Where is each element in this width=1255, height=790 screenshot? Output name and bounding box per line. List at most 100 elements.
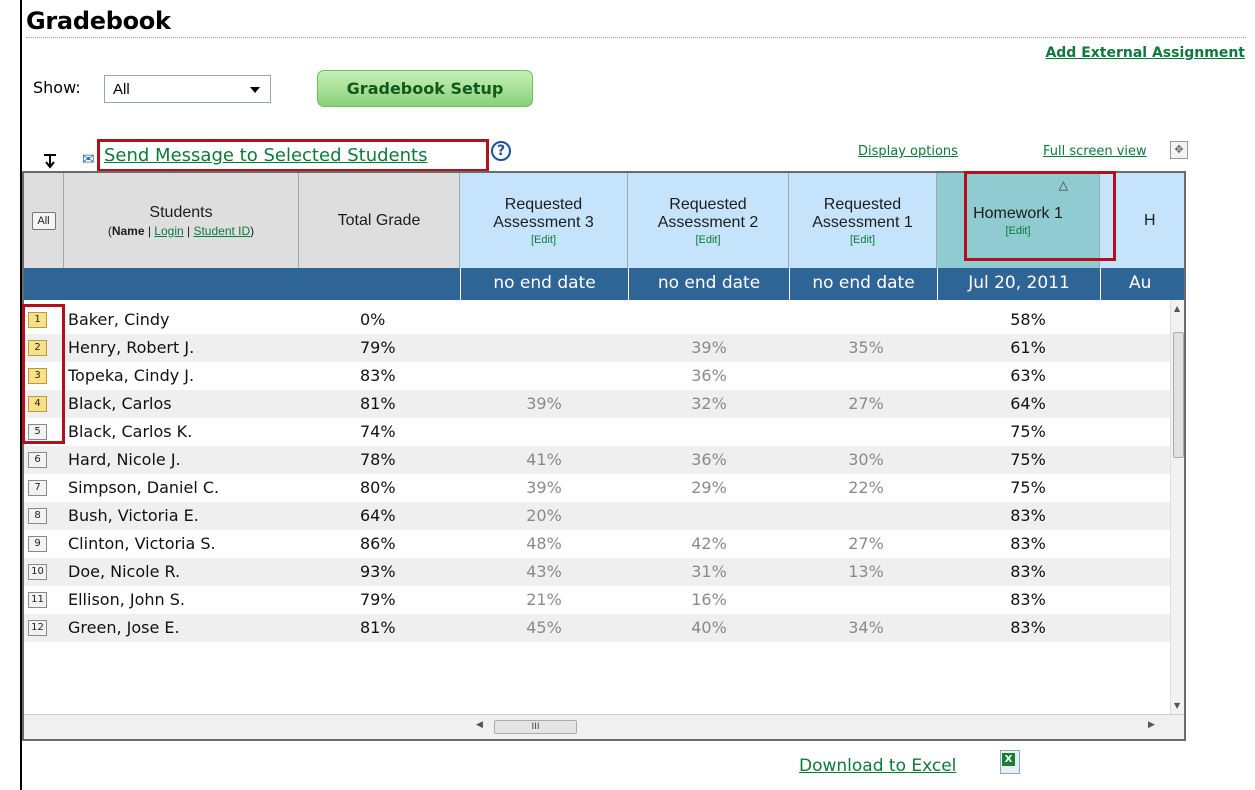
total-grade[interactable]: 64% <box>360 506 396 525</box>
table-row[interactable]: 1 Baker, Cindy 0% 58% <box>24 306 1170 334</box>
total-grade[interactable]: 81% <box>360 618 396 637</box>
total-grade[interactable]: 93% <box>360 562 396 581</box>
assessment-2-score[interactable]: 32% <box>664 394 754 413</box>
row-select-badge[interactable]: 1 <box>28 312 47 328</box>
student-name[interactable]: Black, Carlos <box>68 394 172 413</box>
row-select-badge[interactable]: 9 <box>28 536 47 552</box>
table-row[interactable]: 11 Ellison, John S. 79% 21% 16% 83% <box>24 586 1170 614</box>
table-row[interactable]: 9 Clinton, Victoria S. 86% 48% 42% 27% 8… <box>24 530 1170 558</box>
homework-1-score[interactable]: 83% <box>994 506 1062 525</box>
row-select-badge[interactable]: 8 <box>28 508 47 524</box>
fullscreen-icon[interactable]: ✥ <box>1170 141 1188 159</box>
edit-assessment-1-link[interactable]: [Edit] <box>850 234 875 246</box>
row-select-badge[interactable]: 2 <box>28 340 47 356</box>
table-row[interactable]: 7 Simpson, Daniel C. 80% 39% 29% 22% 75% <box>24 474 1170 502</box>
assessment-2-score[interactable]: 42% <box>664 534 754 553</box>
total-grade[interactable]: 0% <box>360 310 385 329</box>
edit-assessment-2-link[interactable]: [Edit] <box>695 234 720 246</box>
student-name[interactable]: Simpson, Daniel C. <box>68 478 219 497</box>
show-filter-select[interactable]: All <box>104 75 271 103</box>
assessment-1-score[interactable]: 27% <box>821 394 911 413</box>
help-icon[interactable]: ? <box>491 141 511 161</box>
row-select-badge[interactable]: 4 <box>28 396 47 412</box>
column-header-assessment-3[interactable]: Requested Assessment 3 [Edit] <box>460 173 628 268</box>
horizontal-scrollbar[interactable]: ◀ III ▶ <box>24 714 1184 739</box>
assessment-3-score[interactable]: 48% <box>499 534 589 553</box>
table-row[interactable]: 2 Henry, Robert J. 79% 39% 35% 61% <box>24 334 1170 362</box>
total-grade[interactable]: 79% <box>360 338 396 357</box>
row-select-badge[interactable]: 7 <box>28 480 47 496</box>
sort-by-name[interactable]: Name <box>112 224 145 238</box>
student-name[interactable]: Henry, Robert J. <box>68 338 194 357</box>
total-grade[interactable]: 86% <box>360 534 396 553</box>
sort-by-login[interactable]: Login <box>154 224 183 238</box>
table-row[interactable]: 3 Topeka, Cindy J. 83% 36% 63% <box>24 362 1170 390</box>
row-select-badge[interactable]: 11 <box>28 592 47 608</box>
row-select-badge[interactable]: 12 <box>28 620 47 636</box>
arrow-down-left-icon[interactable] <box>40 150 60 170</box>
assessment-2-score[interactable]: 36% <box>664 450 754 469</box>
total-grade[interactable]: 78% <box>360 450 396 469</box>
horizontal-scroll-thumb[interactable]: III <box>494 720 577 734</box>
homework-1-score[interactable]: 83% <box>994 618 1062 637</box>
homework-1-score[interactable]: 58% <box>994 310 1062 329</box>
full-screen-view-link[interactable]: Full screen view <box>1043 144 1147 159</box>
assessment-1-score[interactable]: 35% <box>821 338 911 357</box>
assessment-3-score[interactable]: 45% <box>499 618 589 637</box>
select-all-button[interactable]: All <box>31 211 56 230</box>
scroll-left-icon[interactable]: ◀ <box>476 720 483 730</box>
assessment-3-score[interactable]: 43% <box>499 562 589 581</box>
homework-1-score[interactable]: 83% <box>994 562 1062 581</box>
homework-1-score[interactable]: 64% <box>994 394 1062 413</box>
assessment-2-score[interactable]: 40% <box>664 618 754 637</box>
total-grade[interactable]: 81% <box>360 394 396 413</box>
student-name[interactable]: Ellison, John S. <box>68 590 185 609</box>
table-row[interactable]: 6 Hard, Nicole J. 78% 41% 36% 30% 75% <box>24 446 1170 474</box>
column-header-assessment-1[interactable]: Requested Assessment 1 [Edit] <box>789 173 937 268</box>
assessment-1-score[interactable]: 22% <box>821 478 911 497</box>
student-name[interactable]: Green, Jose E. <box>68 618 180 637</box>
student-name[interactable]: Baker, Cindy <box>68 310 169 329</box>
download-to-excel-link[interactable]: Download to Excel <box>799 756 956 776</box>
assessment-2-score[interactable]: 36% <box>664 366 754 385</box>
assessment-3-score[interactable]: 21% <box>499 590 589 609</box>
assessment-3-score[interactable]: 20% <box>499 506 589 525</box>
edit-homework-1-link[interactable]: [Edit] <box>1005 225 1030 237</box>
homework-1-score[interactable]: 83% <box>994 590 1062 609</box>
table-row[interactable]: 10 Doe, Nicole R. 93% 43% 31% 13% 83% <box>24 558 1170 586</box>
vertical-scroll-thumb[interactable] <box>1173 332 1184 458</box>
homework-1-score[interactable]: 61% <box>994 338 1062 357</box>
assessment-1-score[interactable]: 34% <box>821 618 911 637</box>
vertical-scrollbar[interactable]: ▲ ▼ <box>1170 300 1184 714</box>
student-name[interactable]: Black, Carlos K. <box>68 422 192 441</box>
total-grade[interactable]: 80% <box>360 478 396 497</box>
row-select-badge[interactable]: 5 <box>28 424 47 440</box>
homework-1-score[interactable]: 75% <box>994 478 1062 497</box>
student-name[interactable]: Topeka, Cindy J. <box>68 366 194 385</box>
student-name[interactable]: Hard, Nicole J. <box>68 450 181 469</box>
column-header-next[interactable]: H <box>1100 173 1184 268</box>
table-row[interactable]: 4 Black, Carlos 81% 39% 32% 27% 64% <box>24 390 1170 418</box>
assessment-2-score[interactable]: 29% <box>664 478 754 497</box>
assessment-2-score[interactable]: 31% <box>664 562 754 581</box>
total-grade[interactable]: 83% <box>360 366 396 385</box>
assessment-2-score[interactable]: 16% <box>664 590 754 609</box>
column-header-assessment-2[interactable]: Requested Assessment 2 [Edit] <box>628 173 789 268</box>
student-name[interactable]: Bush, Victoria E. <box>68 506 199 525</box>
assessment-3-score[interactable]: 41% <box>499 450 589 469</box>
table-row[interactable]: 12 Green, Jose E. 81% 45% 40% 34% 83% <box>24 614 1170 642</box>
scroll-up-icon[interactable]: ▲ <box>1174 304 1180 313</box>
row-select-badge[interactable]: 3 <box>28 368 47 384</box>
excel-icon[interactable]: X <box>1000 750 1020 774</box>
edit-assessment-3-link[interactable]: [Edit] <box>531 234 556 246</box>
student-name[interactable]: Doe, Nicole R. <box>68 562 180 581</box>
student-name[interactable]: Clinton, Victoria S. <box>68 534 216 553</box>
row-select-badge[interactable]: 10 <box>28 564 47 580</box>
total-grade[interactable]: 74% <box>360 422 396 441</box>
gradebook-setup-button[interactable]: Gradebook Setup <box>317 70 533 107</box>
sort-by-student-id[interactable]: Student ID <box>193 224 250 238</box>
sort-triangle-icon[interactable]: △ <box>1059 178 1068 192</box>
assessment-1-score[interactable]: 27% <box>821 534 911 553</box>
display-options-link[interactable]: Display options <box>858 144 958 159</box>
total-grade-header[interactable]: Total Grade <box>299 173 460 268</box>
